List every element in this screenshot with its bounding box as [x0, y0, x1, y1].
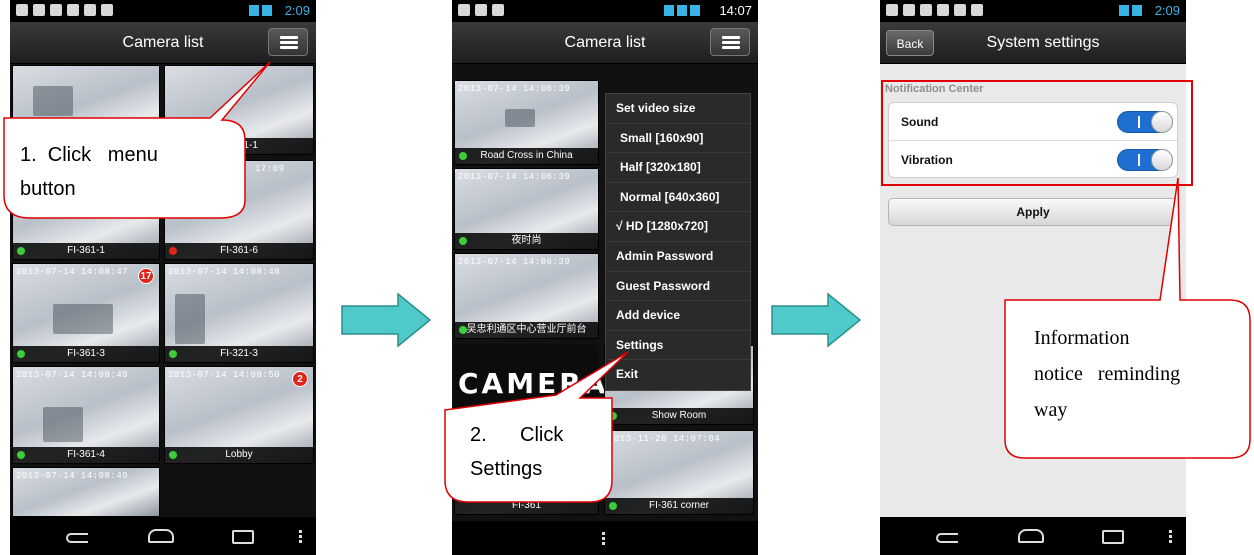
status-time: 14:07 [719, 3, 752, 18]
callout-text-line: notice reminding [1034, 363, 1181, 385]
alert-badge: 17 [138, 268, 154, 284]
page-title: System settings [986, 34, 1100, 51]
menu-item-small[interactable]: Small [160x90] [606, 124, 750, 154]
callout-text-line: Information [1034, 327, 1130, 349]
app-title-bar: Back System settings [880, 22, 1186, 64]
status-time: 2:09 [284, 3, 310, 18]
camera-label: Lobby [165, 447, 313, 463]
menu-item-settings[interactable]: Settings [606, 331, 750, 361]
alert-badge: 2 [292, 371, 308, 387]
status-bar: 2:09 [880, 0, 1186, 22]
overflow-icon[interactable] [1169, 530, 1172, 543]
camera-tile[interactable]: 2013-07-14 14:06:39 夜时尚 [454, 168, 599, 250]
camera-label: FI-321-3 [165, 346, 313, 362]
app-title-bar: Camera list [452, 22, 758, 64]
callout-step-1: 1. Click menu button [20, 138, 236, 206]
callout-text-line: way [1034, 399, 1068, 421]
camera-timestamp: 2013-07-14 14:08:50 [168, 370, 281, 380]
recent-apps-icon[interactable] [232, 530, 254, 544]
camera-timestamp: 2013-07-14 14:08:48 [168, 267, 281, 277]
home-icon[interactable] [148, 529, 174, 543]
camera-timestamp: 2013-07-14 14:06:39 [458, 257, 571, 267]
menu-button[interactable] [268, 28, 308, 56]
arrow-right-icon [771, 292, 862, 348]
camera-tile[interactable]: 2013-07-14 14:08:48 FI-321-3 [164, 263, 314, 363]
camera-timestamp: 2013-07-14 14:06:39 [458, 172, 571, 182]
options-menu: Set video size Small [160x90] Half [320x… [605, 93, 751, 391]
camera-label: FI-361-1 [13, 243, 159, 259]
camera-tile[interactable]: 2013-07-14 14:08:50 2 Lobby [164, 366, 314, 464]
apply-button[interactable]: Apply [888, 198, 1178, 226]
camera-tile[interactable]: 2013-11-20 14:07:04 FI-361 corner [604, 430, 754, 515]
camera-timestamp: 2013-07-14 14:08:49 [16, 370, 129, 380]
signal-icon [249, 5, 272, 16]
back-button[interactable]: Back [886, 30, 934, 56]
back-icon[interactable] [936, 533, 958, 543]
android-nav-bar [10, 517, 316, 555]
arrow-right-icon [341, 292, 432, 348]
callout-text-line: button [20, 178, 76, 200]
signal-icon [1119, 5, 1142, 16]
highlight-box [881, 80, 1193, 186]
camera-timestamp: 2013-11-20 14:07:04 [608, 434, 721, 444]
menu-item-normal[interactable]: Normal [640x360] [606, 183, 750, 213]
menu-item-add-device[interactable]: Add device [606, 301, 750, 331]
menu-item-guest-password[interactable]: Guest Password [606, 272, 750, 302]
callout-text-line: 2. Click [470, 424, 564, 446]
overflow-icon[interactable] [299, 530, 302, 543]
camera-label: FI-361-4 [13, 447, 159, 463]
recent-apps-icon[interactable] [1102, 530, 1124, 544]
camera-tile[interactable]: 2013-07-14 14:08:49 [12, 467, 160, 517]
menu-item-exit[interactable]: Exit [606, 360, 750, 390]
android-nav-bar [452, 521, 758, 555]
menu-item-half[interactable]: Half [320x180] [606, 153, 750, 183]
brand-logo-text: CAMERA [458, 367, 609, 400]
status-bar: 14:07 [452, 0, 758, 22]
back-icon[interactable] [66, 533, 88, 543]
notification-icons [458, 4, 504, 16]
callout-notification-info: Information notice reminding way [1034, 320, 1246, 428]
menu-item-set-video-size[interactable]: Set video size [606, 94, 750, 124]
camera-label: FI-361 [455, 498, 598, 514]
page-title: Camera list [122, 34, 204, 51]
camera-label: Road Cross in China [455, 148, 598, 164]
camera-label: FI-361 corner [605, 498, 753, 514]
phone-camera-list: 2:09 Camera list FI-321-1 FI-361-1 17:09… [10, 0, 316, 555]
status-bar: 2:09 [10, 0, 316, 22]
camera-timestamp: 2013-07-14 14:08:47 [16, 267, 129, 277]
camera-timestamp: 2013-07-14 14:06:39 [458, 84, 571, 94]
menu-item-hd[interactable]: √ HD [1280x720] [606, 212, 750, 242]
menu-button[interactable] [710, 28, 750, 56]
menu-item-admin-password[interactable]: Admin Password [606, 242, 750, 272]
notification-icons [886, 4, 983, 16]
camera-label: Show Room [605, 408, 753, 424]
status-time: 2:09 [1154, 3, 1180, 18]
home-icon[interactable] [1018, 529, 1044, 543]
camera-tile[interactable]: 2013-07-14 14:08:47 17 FI-361-3 [12, 263, 160, 363]
android-nav-bar [880, 517, 1186, 555]
camera-timestamp: 2013-07-14 14:08:49 [16, 471, 129, 481]
callout-step-2: 2. Click Settings [470, 418, 610, 486]
camera-tile[interactable]: 2013-07-14 14:06:39 Road Cross in China [454, 80, 599, 165]
camera-label: FI-361-3 [13, 346, 159, 362]
page-title: Camera list [564, 34, 646, 51]
camera-label: 吴忠利通区中心营业厅前台 [455, 322, 598, 338]
app-title-bar: Camera list [10, 22, 316, 64]
notification-icons [16, 4, 113, 16]
camera-label: FI-361-6 [165, 243, 313, 259]
camera-tile[interactable]: 2013-07-14 14:08:49 FI-361-4 [12, 366, 160, 464]
camera-tile[interactable]: 2013-07-14 14:06:39 吴忠利通区中心营业厅前台 [454, 253, 599, 339]
callout-text-line: 1. Click menu [20, 144, 158, 166]
camera-label: 夜时尚 [455, 233, 598, 249]
signal-icon [664, 5, 700, 16]
overflow-icon[interactable] [602, 532, 605, 545]
callout-text-line: Settings [470, 458, 543, 480]
camera-brand-tile[interactable]: CAMERA [454, 345, 605, 425]
